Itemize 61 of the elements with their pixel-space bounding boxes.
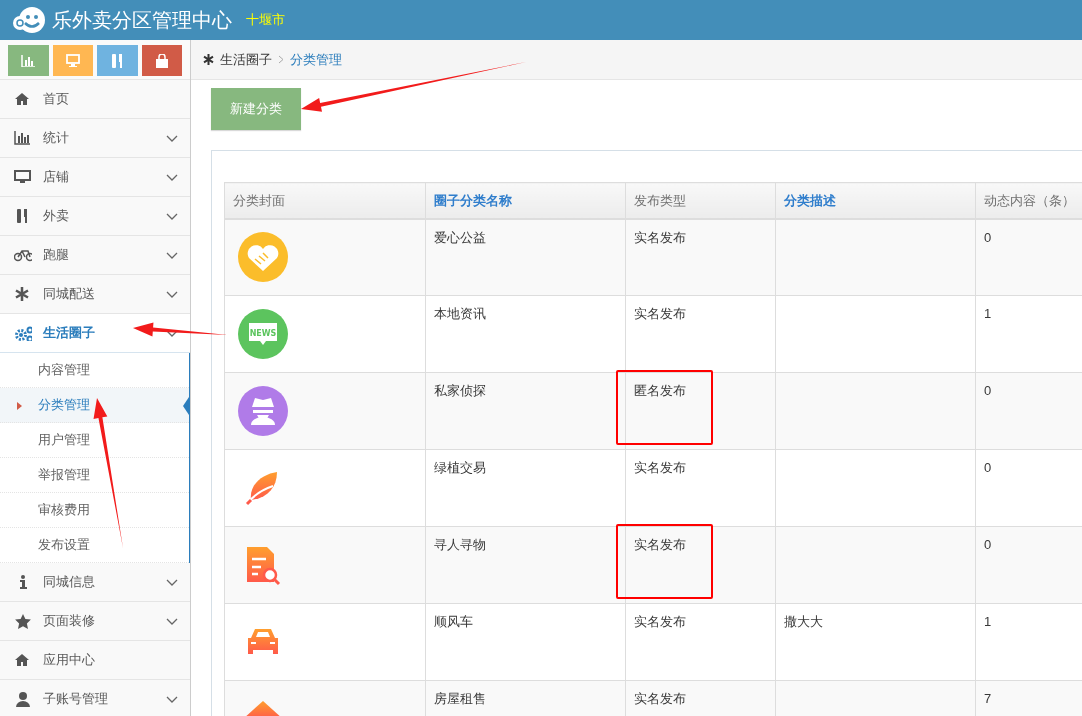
shortcut-button[interactable] xyxy=(8,45,49,76)
shopping-bag-icon xyxy=(154,53,169,68)
breadcrumb-link[interactable]: 分类管理 xyxy=(290,49,342,70)
info-icon xyxy=(17,574,29,590)
asterisk-icon xyxy=(14,286,32,302)
table-cell: 实名发布 xyxy=(625,449,776,527)
app-title: 乐外卖分区管理中心 xyxy=(52,8,232,33)
table-cell: 7 xyxy=(975,680,1082,716)
breadcrumb-item: 生活圈子 xyxy=(220,50,272,69)
chevron-down-icon xyxy=(166,695,178,704)
monitor-icon xyxy=(65,54,80,67)
bar-chart-icon xyxy=(14,130,32,146)
icon-label: NEWS xyxy=(249,329,277,338)
menu-item[interactable]: 生活圈子 xyxy=(0,314,190,353)
star-icon xyxy=(14,613,32,629)
table-cell: 0 xyxy=(975,526,1082,604)
submenu-item[interactable]: 发布设置 xyxy=(0,528,189,563)
chevron-down-icon xyxy=(166,617,178,626)
table-cell: 寻人寻物 xyxy=(425,526,626,604)
spy-icon xyxy=(237,385,289,437)
shortcut-button[interactable] xyxy=(97,45,138,76)
table-cell: 私家侦探 xyxy=(425,372,626,450)
submenu-item[interactable]: 分类管理 xyxy=(0,388,189,423)
sortable-column-header[interactable]: 分类描述 xyxy=(775,182,976,219)
monitor-icon xyxy=(14,169,32,185)
table-cell: 实名发布 xyxy=(625,603,776,681)
bicycle-icon xyxy=(14,247,32,263)
table-cell: 实名发布 xyxy=(625,295,776,373)
table-cell: 本地资讯 xyxy=(425,295,626,373)
chevron-down-icon xyxy=(166,173,178,182)
shortcut-button[interactable] xyxy=(52,45,93,76)
table-cell: 撒大大 xyxy=(784,614,823,629)
table-cell: 顺风车 xyxy=(425,603,626,681)
submenu-item[interactable]: 内容管理 xyxy=(0,353,189,388)
table-cell: 绿植交易 xyxy=(425,449,626,527)
table-cell: 0 xyxy=(975,218,1082,296)
table-cell: 0 xyxy=(975,372,1082,450)
chevron-down-icon xyxy=(166,578,178,587)
bar-chart-icon xyxy=(21,54,36,67)
logo-icon xyxy=(12,6,48,34)
shortcut-button[interactable] xyxy=(141,45,182,76)
table-cell: 爱心公益 xyxy=(425,218,626,296)
user-icon xyxy=(15,691,31,707)
column-header: 动态内容（条） xyxy=(975,182,1082,219)
table-cell: 实名发布 xyxy=(625,680,776,716)
column-header: 发布类型 xyxy=(625,182,776,219)
caret-right-icon xyxy=(17,402,22,410)
table-cell: 实名发布 xyxy=(625,218,776,296)
chevron-down-icon xyxy=(166,290,178,299)
asterisk-icon xyxy=(203,54,214,65)
sortable-column-header[interactable]: 圈子分类名称 xyxy=(425,182,626,219)
submenu-item[interactable]: 审核费用 xyxy=(0,493,189,528)
submenu-item[interactable]: 用户管理 xyxy=(0,423,189,458)
chevron-down-icon xyxy=(166,134,178,143)
column-header: 分类封面 xyxy=(224,182,426,219)
submenu-item[interactable]: 举报管理 xyxy=(0,458,189,493)
city-label: 十堰市 xyxy=(246,11,285,30)
chevron-down-icon xyxy=(166,251,178,260)
table-cell: 房屋租售 xyxy=(425,680,626,716)
chevron-down-icon xyxy=(166,212,178,221)
chevron-right-icon xyxy=(278,55,284,64)
